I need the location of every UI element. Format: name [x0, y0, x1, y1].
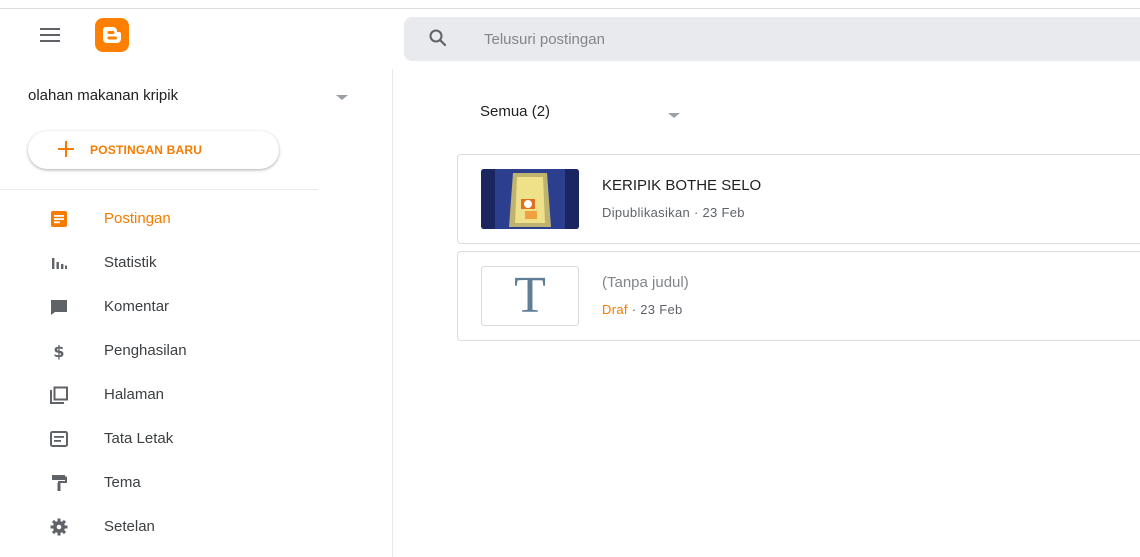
- post-list-panel: Semua (2) KERIPIK BOTHE SELO Dipublikasi…: [394, 69, 1140, 557]
- sidebar-item-label: Halaman: [104, 386, 165, 403]
- post-date: 23 Feb: [640, 302, 683, 317]
- post-meta: Dipublikasikan · 23 Feb: [602, 205, 745, 220]
- stats-icon: [52, 258, 67, 269]
- text-post-icon: T: [514, 267, 546, 324]
- svg-text:$: $: [53, 342, 64, 361]
- comment-icon: [51, 300, 67, 315]
- app-header: [0, 9, 1140, 69]
- sidebar-item-postingan[interactable]: Postingan: [0, 197, 393, 241]
- post-status: Dipublikasikan: [602, 205, 691, 220]
- theme-roller-icon: [52, 475, 67, 491]
- divider: [0, 189, 318, 190]
- sidebar-item-statistik[interactable]: Statistik: [0, 241, 393, 285]
- hamburger-menu-icon[interactable]: [40, 28, 60, 42]
- plus-icon: [57, 139, 75, 157]
- filter-label: Semua (2): [480, 103, 551, 120]
- post-thumbnail: T: [481, 266, 579, 326]
- posts-icon: [51, 211, 67, 227]
- blog-selector[interactable]: olahan makanan kripik: [28, 87, 358, 109]
- post-thumbnail: [481, 169, 579, 229]
- post-meta: Draf · 23 Feb: [602, 302, 683, 317]
- layout-icon: [50, 431, 68, 447]
- search-input[interactable]: [484, 17, 1104, 61]
- meta-separator: ·: [631, 302, 637, 317]
- search-icon[interactable]: [428, 28, 448, 48]
- sidebar-item-komentar[interactable]: Komentar: [0, 285, 393, 329]
- sidebar-item-tata-letak[interactable]: Tata Letak: [0, 417, 393, 461]
- dollar-icon: $: [53, 342, 64, 361]
- sidebar-item-label: Tata Letak: [104, 430, 174, 447]
- new-post-button[interactable]: POSTINGAN BARU: [28, 131, 279, 169]
- chevron-down-icon: [668, 113, 680, 118]
- sidebar: olahan makanan kripik POSTINGAN BARU Pos…: [0, 69, 393, 557]
- post-title: (Tanpa judul): [602, 274, 689, 291]
- gear-icon: [50, 518, 68, 536]
- blog-name: olahan makanan kripik: [28, 87, 179, 104]
- blogger-logo-icon[interactable]: [95, 18, 129, 52]
- post-status: Draf: [602, 302, 628, 317]
- sidebar-item-label: Setelan: [104, 518, 155, 535]
- sidebar-item-halaman[interactable]: Halaman: [0, 373, 393, 417]
- post-title: KERIPIK BOTHE SELO: [602, 177, 762, 194]
- new-post-label: POSTINGAN BARU: [90, 143, 203, 157]
- product-photo-icon: [481, 169, 579, 229]
- sidebar-item-label: Penghasilan: [104, 342, 187, 359]
- sidebar-nav: Postingan Statistik Komentar $ Penghasil…: [0, 197, 393, 549]
- sidebar-item-label: Tema: [104, 474, 141, 491]
- sidebar-item-penghasilan[interactable]: $ Penghasilan: [0, 329, 393, 373]
- post-filter-dropdown[interactable]: Semua (2): [480, 103, 680, 127]
- sidebar-item-label: Statistik: [104, 254, 157, 271]
- meta-separator: ·: [693, 205, 699, 220]
- pages-icon: [50, 386, 68, 404]
- post-list-item[interactable]: KERIPIK BOTHE SELO Dipublikasikan · 23 F…: [457, 154, 1140, 244]
- sidebar-item-tema[interactable]: Tema: [0, 461, 393, 505]
- post-date: 23 Feb: [702, 205, 745, 220]
- post-list-item[interactable]: T (Tanpa judul) Draf · 23 Feb: [457, 251, 1140, 341]
- search-bar[interactable]: [404, 17, 1140, 61]
- sidebar-item-setelan[interactable]: Setelan: [0, 505, 393, 549]
- sidebar-item-label: Komentar: [104, 298, 170, 315]
- sidebar-item-label: Postingan: [104, 210, 171, 227]
- chevron-down-icon: [336, 95, 348, 100]
